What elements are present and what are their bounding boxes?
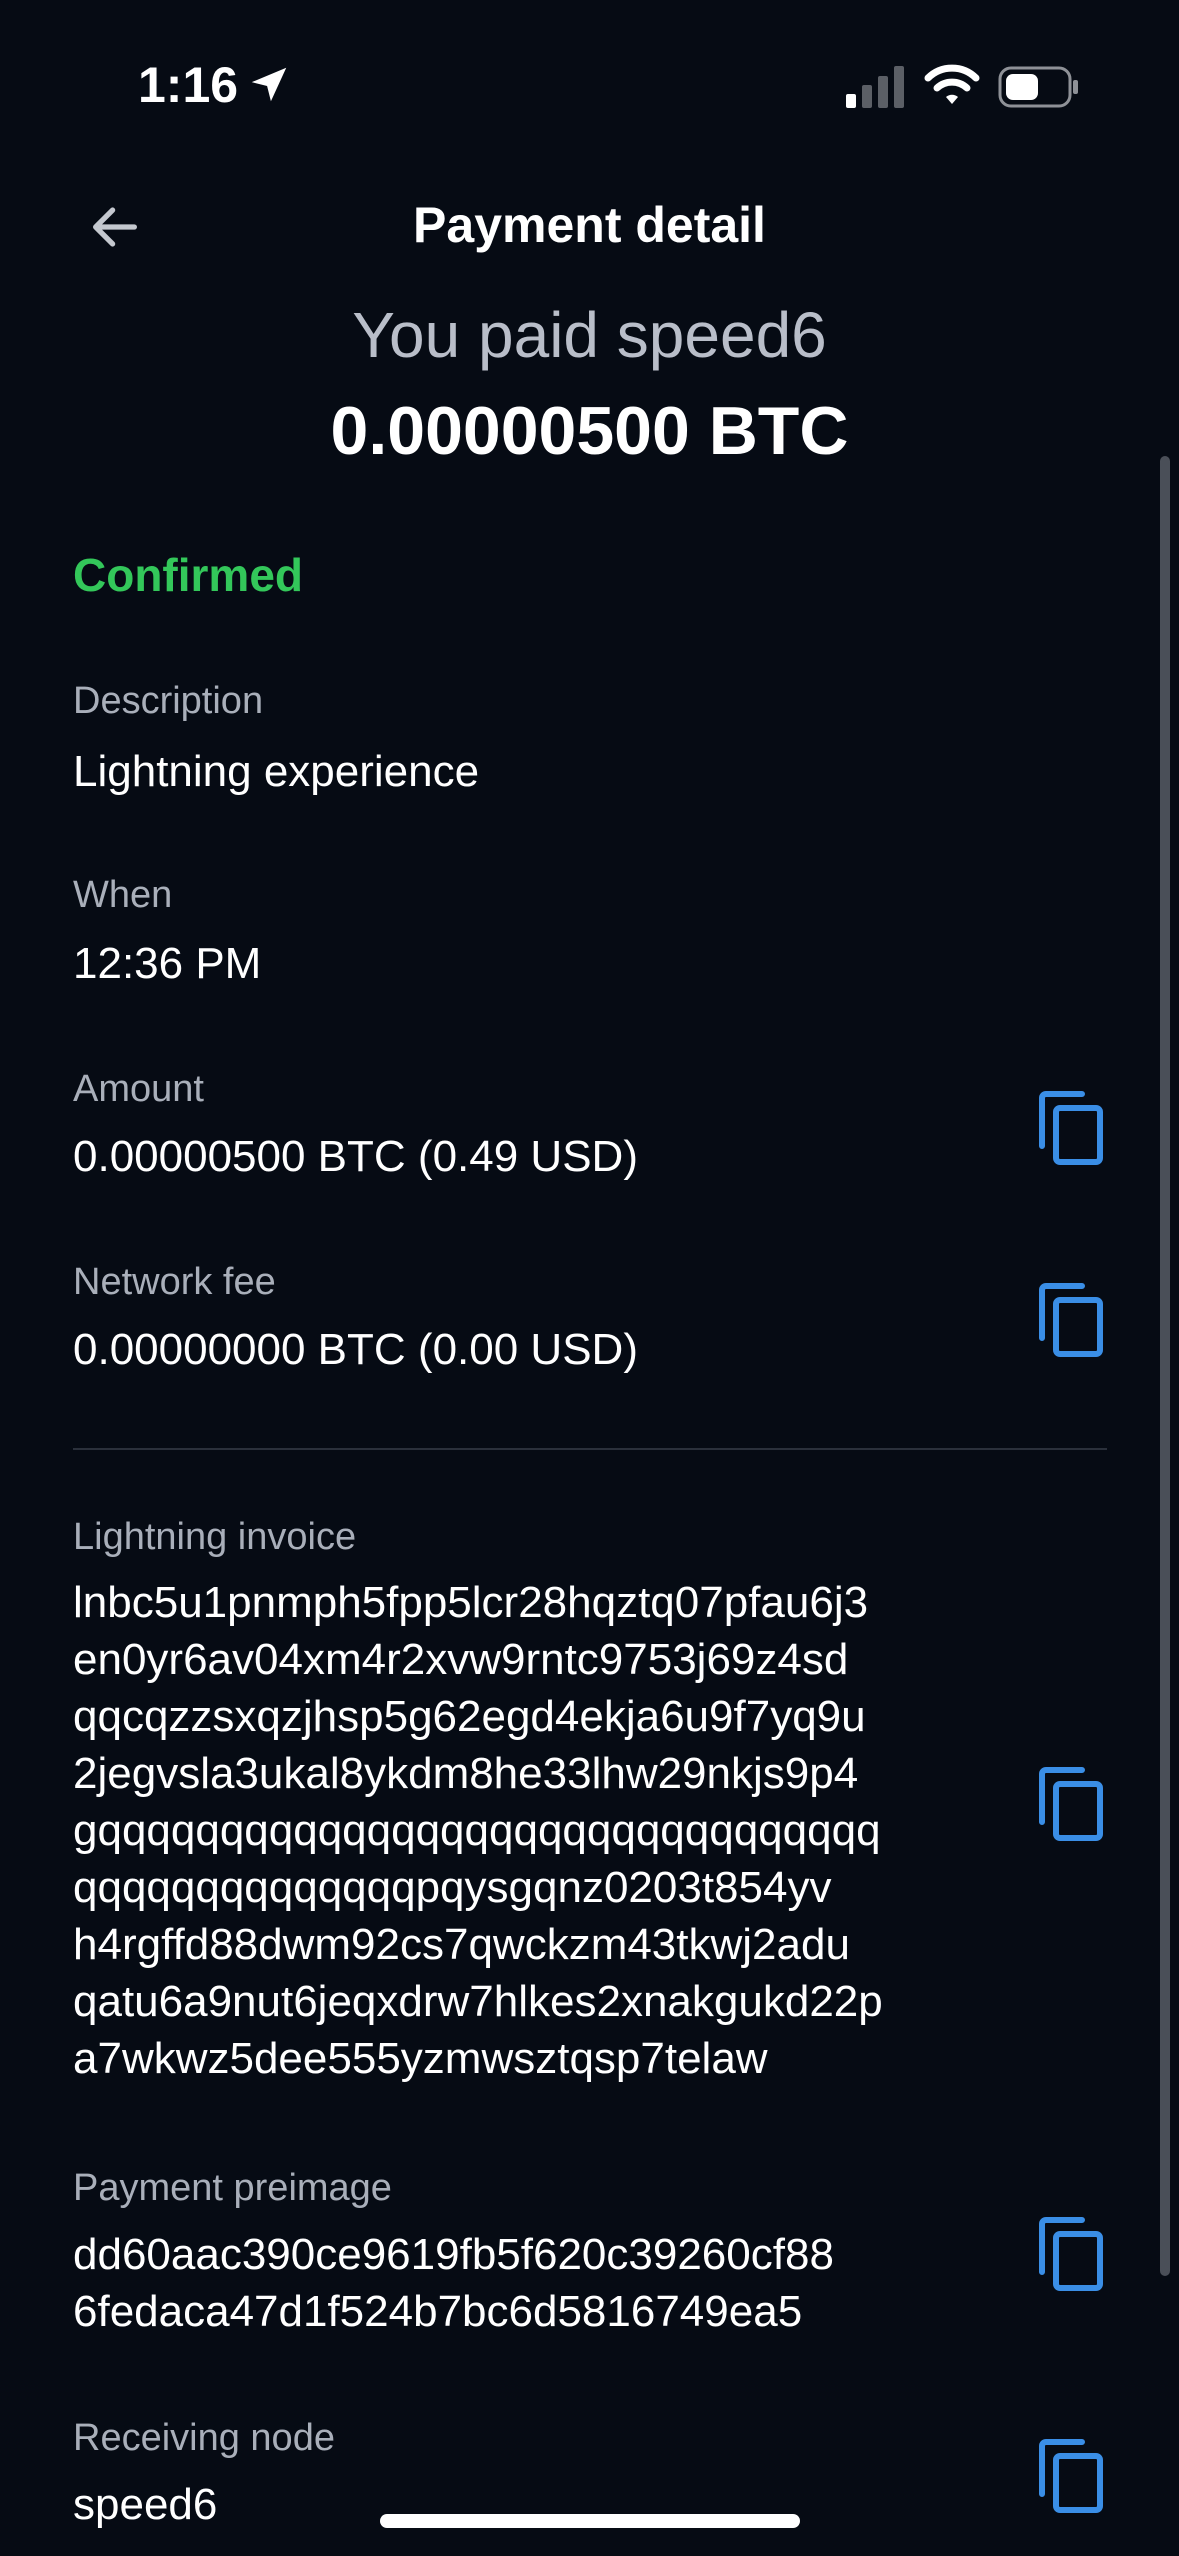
invoice-line: qatu6a9nut6jeqxdrw7hlkes2xnakgukd22p [73, 1977, 883, 2026]
invoice-line: lnbc5u1pnmph5fpp5lcr28hqztq07pfau6j3 [73, 1578, 869, 1627]
amount-value: 0.00000500 BTC (0.49 USD) [73, 1132, 638, 1181]
copy-amount-button[interactable] [1036, 1090, 1104, 1166]
battery-icon [998, 66, 1078, 108]
copy-icon [1039, 2439, 1103, 2513]
invoice-line: gqqqqqqqqqqqqqqqqqqqqqqqqqqqqqqqq [73, 1806, 881, 1855]
lightning-invoice-value: lnbc5u1pnmph5fpp5lcr28hqztq07pfau6j3 en0… [73, 1574, 883, 2087]
scrollbar[interactable] [1160, 456, 1170, 2276]
copy-network-fee-button[interactable] [1036, 1282, 1104, 1358]
payment-detail-screen: 1:16 Payment detail You paid speed6 0.00… [0, 0, 1179, 2556]
payment-status-badge: Confirmed [73, 549, 303, 601]
invoice-line: a7wkwz5dee555yzmwsztqsp7telaw [73, 2034, 768, 2083]
network-fee-value: 0.00000000 BTC (0.00 USD) [73, 1325, 638, 1374]
amount-label: Amount [73, 1068, 204, 1110]
when-value: 12:36 PM [73, 939, 262, 988]
preimage-line: 6fedaca47d1f524b7bc6d5816749ea5 [73, 2287, 803, 2336]
wifi-icon [924, 64, 980, 104]
receiving-node-label: Receiving node [73, 2417, 335, 2459]
status-time: 1:16 [138, 56, 292, 114]
copy-icon [1039, 1283, 1103, 1357]
payment-amount-heading: 0.00000500 BTC [330, 393, 849, 469]
copy-icon [1039, 2217, 1103, 2291]
status-bar: 1:16 [0, 0, 1179, 150]
copy-icon [1039, 1091, 1103, 1165]
invoice-line: 2jegvsla3ukal8ykdm8he33lhw29nkjs9p4 [73, 1749, 859, 1798]
copy-receiving-node-button[interactable] [1036, 2438, 1104, 2514]
description-label: Description [73, 680, 264, 722]
preimage-line: dd60aac390ce9619fb5f620c39260cf88 [73, 2230, 834, 2279]
when-label: When [73, 874, 173, 916]
status-time-label: 1:16 [138, 57, 239, 113]
payment-preimage-value: dd60aac390ce9619fb5f620c39260cf88 6fedac… [73, 2226, 834, 2340]
cellular-signal-icon [846, 66, 904, 108]
page-title: Payment detail [413, 197, 766, 253]
payment-preimage-label: Payment preimage [73, 2167, 392, 2209]
location-arrow-icon [251, 67, 287, 102]
copy-lightning-invoice-button[interactable] [1036, 1766, 1104, 1842]
invoice-line: h4rgffd88dwm92cs7qwckzm43tkwj2adu [73, 1920, 850, 1969]
payment-recipient-heading: You paid speed6 [352, 299, 827, 371]
invoice-line: qqqqqqqqqqqqqqpqysgqnz0203t854yv [73, 1863, 832, 1912]
section-divider [73, 1448, 1107, 1450]
invoice-line: qqcqzzsxqzjhsp5g62egd4ekja6u9f7yq9u [73, 1692, 866, 1741]
receiving-node-value: speed6 [73, 2480, 218, 2529]
copy-icon [1039, 1767, 1103, 1841]
copy-payment-preimage-button[interactable] [1036, 2216, 1104, 2292]
home-indicator[interactable] [380, 2514, 800, 2528]
invoice-line: en0yr6av04xm4r2xvw9rntc9753j69z4sd [73, 1635, 849, 1684]
description-value: Lightning experience [73, 747, 480, 796]
lightning-invoice-label: Lightning invoice [73, 1516, 357, 1558]
network-fee-label: Network fee [73, 1261, 276, 1303]
